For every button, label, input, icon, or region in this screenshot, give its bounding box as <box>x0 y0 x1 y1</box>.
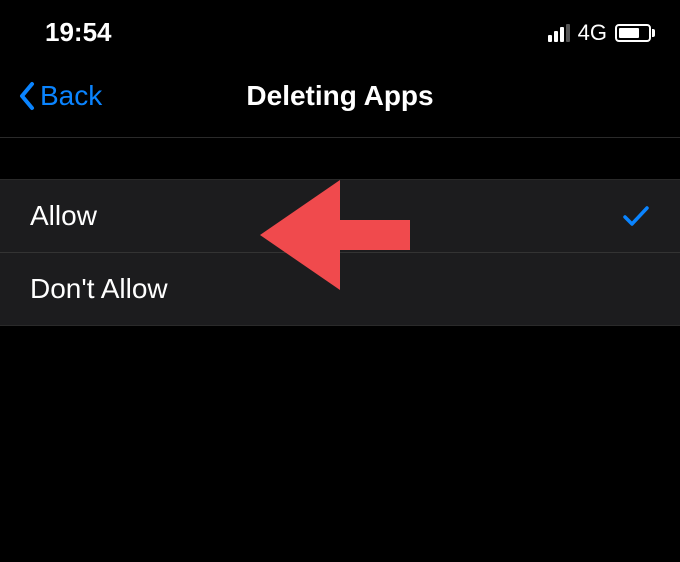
navigation-bar: Back Deleting Apps <box>0 60 680 138</box>
back-label: Back <box>40 80 102 112</box>
signal-icon <box>548 24 570 42</box>
chevron-left-icon <box>18 81 36 111</box>
status-time: 19:54 <box>45 17 112 48</box>
network-label: 4G <box>578 20 607 46</box>
option-dont-allow[interactable]: Don't Allow <box>0 253 680 325</box>
battery-icon <box>615 24 655 42</box>
section-spacer <box>0 138 680 180</box>
status-bar: 19:54 4G <box>0 0 680 60</box>
option-allow[interactable]: Allow <box>0 180 680 253</box>
option-label: Don't Allow <box>30 273 168 305</box>
status-indicators: 4G <box>548 20 655 46</box>
back-button[interactable]: Back <box>18 80 102 112</box>
options-list: Allow Don't Allow <box>0 180 680 326</box>
checkmark-icon <box>622 204 650 228</box>
option-label: Allow <box>30 200 97 232</box>
page-title: Deleting Apps <box>246 80 433 112</box>
